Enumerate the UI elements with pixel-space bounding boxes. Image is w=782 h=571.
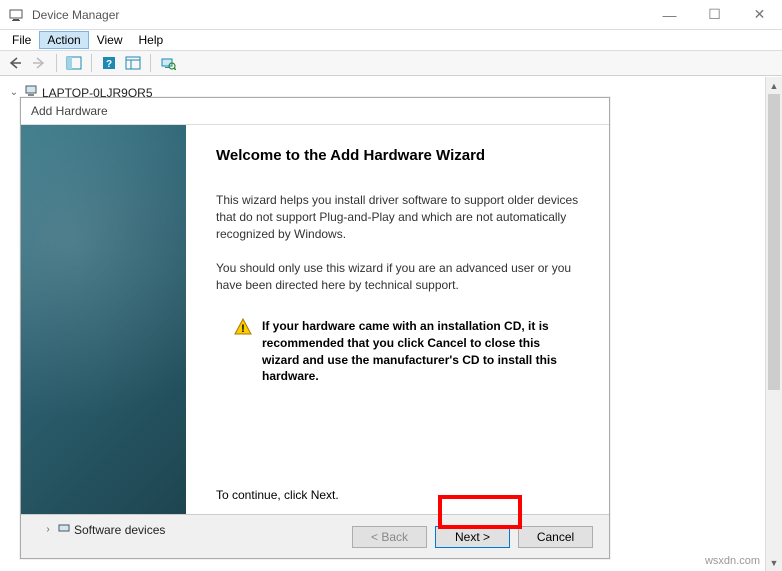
wizard-sidebar-image bbox=[21, 125, 186, 514]
menubar: File Action View Help bbox=[0, 30, 782, 50]
next-button[interactable]: Next > bbox=[435, 526, 510, 548]
maximize-button[interactable]: ☐ bbox=[692, 0, 737, 30]
cancel-button[interactable]: Cancel bbox=[518, 526, 593, 548]
expand-icon[interactable]: › bbox=[42, 524, 54, 535]
vertical-scrollbar[interactable]: ▲ ▼ bbox=[765, 77, 782, 571]
menu-view[interactable]: View bbox=[89, 31, 131, 49]
wizard-warning: ! If your hardware came with an installa… bbox=[234, 318, 579, 385]
tree-child-label: Software devices bbox=[74, 523, 165, 537]
scroll-up-icon[interactable]: ▲ bbox=[766, 77, 782, 94]
scan-hardware-icon[interactable] bbox=[157, 52, 179, 74]
back-icon[interactable] bbox=[4, 52, 26, 74]
device-category-icon bbox=[58, 522, 70, 537]
device-tree-bottom: › Software devices bbox=[8, 515, 173, 544]
wizard-paragraph-1: This wizard helps you install driver sof… bbox=[216, 192, 579, 242]
warning-icon: ! bbox=[234, 318, 252, 385]
tree-child[interactable]: › Software devices bbox=[16, 521, 165, 538]
minimize-button[interactable]: — bbox=[647, 0, 692, 30]
help-icon[interactable]: ? bbox=[98, 52, 120, 74]
menu-action[interactable]: Action bbox=[39, 31, 88, 49]
back-button: < Back bbox=[352, 526, 427, 548]
properties-icon[interactable] bbox=[122, 52, 144, 74]
wizard-heading: Welcome to the Add Hardware Wizard bbox=[216, 147, 579, 164]
close-button[interactable]: ✕ bbox=[737, 0, 782, 30]
titlebar: Device Manager — ☐ ✕ bbox=[0, 0, 782, 30]
show-hide-tree-icon[interactable] bbox=[63, 52, 85, 74]
continue-hint: To continue, click Next. bbox=[216, 488, 339, 502]
dialog-title: Add Hardware bbox=[21, 98, 609, 124]
scroll-down-icon[interactable]: ▼ bbox=[766, 554, 782, 571]
svg-text:?: ? bbox=[106, 59, 112, 70]
warning-text: If your hardware came with an installati… bbox=[262, 318, 579, 385]
scroll-thumb[interactable] bbox=[768, 94, 780, 390]
wizard-content: Welcome to the Add Hardware Wizard This … bbox=[186, 125, 609, 514]
forward-icon[interactable] bbox=[28, 52, 50, 74]
window-title: Device Manager bbox=[32, 8, 647, 22]
menu-help[interactable]: Help bbox=[131, 31, 172, 49]
toolbar: ? bbox=[0, 50, 782, 76]
menu-file[interactable]: File bbox=[4, 31, 39, 49]
watermark: wsxdn.com bbox=[705, 555, 760, 567]
svg-text:!: ! bbox=[241, 323, 245, 335]
main-area: ⌄ LAPTOP-0LJR9OR5 Add Hardware Welcome t… bbox=[0, 76, 782, 571]
wizard-paragraph-2: You should only use this wizard if you a… bbox=[216, 260, 579, 294]
collapse-icon[interactable]: ⌄ bbox=[8, 87, 20, 98]
add-hardware-dialog: Add Hardware Welcome to the Add Hardware… bbox=[20, 97, 610, 559]
device-manager-icon bbox=[8, 7, 24, 23]
